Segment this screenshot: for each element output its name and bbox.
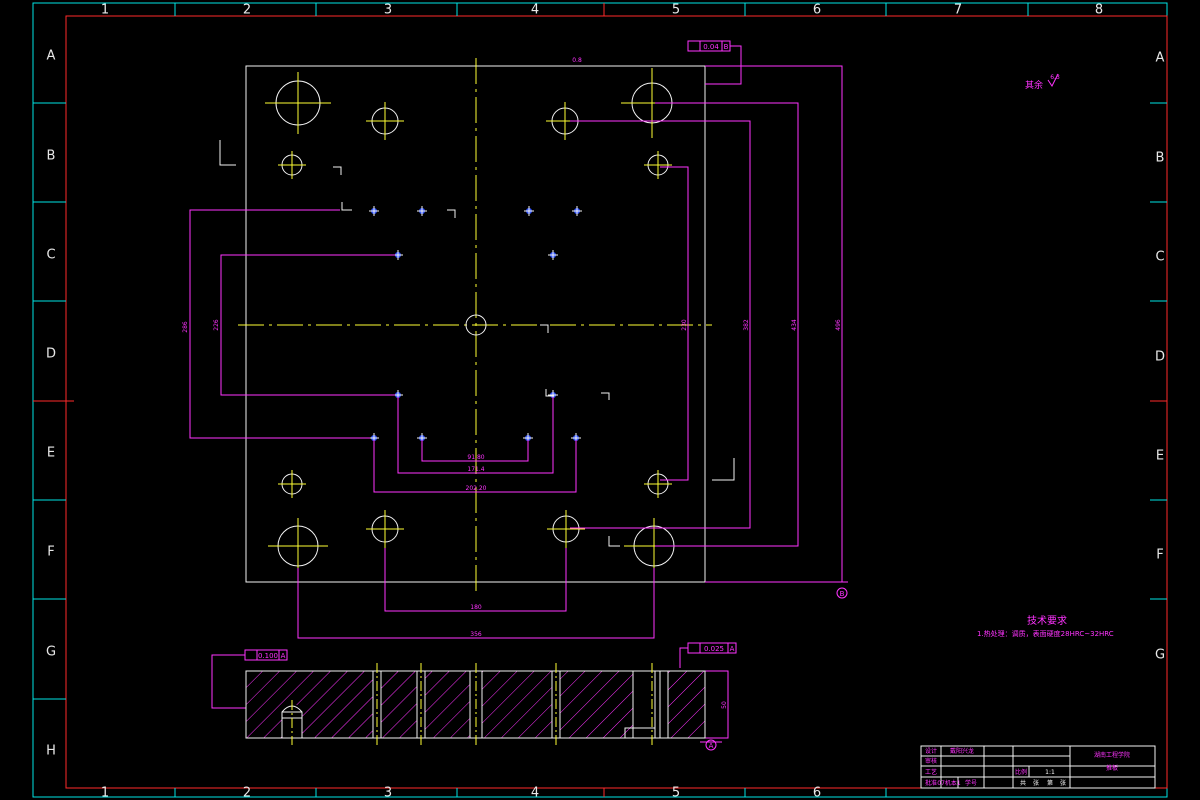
zone-right-g: G: [1155, 648, 1165, 663]
zone-top-5: 5: [672, 3, 680, 18]
ejector-hole: [417, 206, 427, 216]
parallel-datum: A: [730, 645, 735, 653]
zone-left-g: G: [46, 645, 56, 660]
dim-vertical-2: 226: [213, 319, 220, 331]
dim-vertical-5: 434: [791, 319, 798, 331]
roughness-note-label: 其余: [1025, 79, 1043, 91]
zone-top-8: 8: [1095, 3, 1103, 18]
dim-vertical-4: 382: [743, 319, 750, 331]
tb-student-id-label: 学号: [965, 779, 977, 787]
dimension-lines: [189, 40, 848, 743]
plate-section-view: [245, 663, 706, 745]
tb-review-label: 审核: [925, 757, 937, 765]
zone-top-3: 3: [384, 3, 392, 18]
tech-title: 技术要求: [1027, 614, 1067, 627]
zone-top-7: 7: [954, 3, 962, 18]
ejector-hole: [369, 206, 379, 216]
zone-left-d: D: [46, 347, 56, 362]
zone-bottom-1: 1: [101, 786, 109, 800]
tb-school: 湖南工程学院: [1094, 751, 1130, 759]
datum-symbol-a: A: [705, 739, 717, 751]
tb-sheet-4: 张: [1060, 779, 1066, 787]
zone-top-2: 2: [243, 3, 251, 18]
cad-drawing: 1 2 3 4 5 6 7 8 1 2 3 4 5 6 A B C D E F …: [32, 2, 1168, 800]
flatness-side-value: 0.100: [258, 652, 278, 660]
tech-item-1: 1.热处理：调质，表面硬度28HRC~32HRC: [977, 629, 1114, 638]
dim-thickness: 50: [721, 701, 728, 709]
tb-sheet-2: 张: [1033, 779, 1039, 787]
zone-bottom-3: 3: [384, 786, 392, 800]
zone-left-c: C: [46, 248, 55, 263]
dim-horizontal-3: 202.20: [466, 485, 487, 492]
zone-bottom-5: 5: [672, 786, 680, 800]
plate-plan-view: [219, 58, 735, 592]
ejector-hole: [572, 206, 582, 216]
dim-horizontal-1: 91.80: [467, 454, 484, 461]
flatness-side-datum: A: [281, 652, 286, 660]
dim-vertical-6: 496: [835, 319, 842, 331]
zone-right-c: C: [1155, 250, 1164, 265]
zone-left-b: B: [47, 149, 56, 164]
datum-b-label: B: [840, 590, 845, 598]
datum-symbol-b: B: [836, 587, 848, 599]
zone-bottom-4: 4: [531, 786, 539, 800]
tb-part-name: 推板: [1106, 764, 1118, 772]
dim-vertical-1: 286: [182, 321, 189, 333]
flatness-top-value: 0.04: [703, 43, 719, 51]
zone-left-h: H: [46, 744, 56, 759]
zone-right-f: F: [1156, 548, 1163, 563]
tb-sheet-1: 共: [1020, 779, 1026, 787]
zone-left-a: A: [47, 49, 56, 64]
zone-top-6: 6: [813, 3, 821, 18]
guide-holes: [275, 80, 675, 567]
tb-design-label: 设计: [925, 747, 937, 755]
tb-process-label: 工艺: [925, 768, 937, 776]
tb-designer: 戴阳兴龙: [950, 747, 974, 755]
dimension-texts: 286 226 230 382 434 496 91.80 171.4 202.…: [182, 43, 842, 709]
roughness-note: 其余 6.3: [1025, 73, 1060, 91]
tb-ratio-label: 比例: [1015, 768, 1027, 776]
dim-vertical-3: 230: [681, 319, 688, 331]
ejector-hole: [548, 250, 558, 260]
dim-horizontal-2: 171.4: [467, 466, 484, 473]
tb-ratio-value: 1:1: [1045, 769, 1055, 776]
datum-a-label: A: [709, 742, 714, 750]
zone-top-1: 1: [101, 3, 109, 18]
zone-top-4: 4: [531, 3, 539, 18]
roughness-top: 0.8: [572, 57, 582, 64]
zone-right-a: A: [1156, 51, 1165, 66]
roughness-note-value: 6.3: [1050, 74, 1060, 81]
technical-requirements: 技术要求 1.热处理：调质，表面硬度28HRC~32HRC: [977, 614, 1114, 638]
tb-sheet-3: 第: [1047, 779, 1053, 787]
flatness-top-datum: B: [724, 43, 729, 51]
title-block: 设计 戴阳兴龙 审核 工艺 批准 07机本1 学号 湖南工程学院 推板 比例 1…: [920, 745, 1156, 789]
dim-horizontal-4: 180: [470, 604, 482, 611]
zone-right-b: B: [1156, 151, 1165, 166]
zone-right-e: E: [1156, 449, 1164, 464]
ejector-hole: [524, 206, 534, 216]
zone-right-d: D: [1155, 350, 1165, 365]
zone-bottom-2: 2: [243, 786, 251, 800]
zone-bottom-6: 6: [813, 786, 821, 800]
zone-left-e: E: [47, 446, 55, 461]
parallel-value: 0.025: [704, 645, 724, 653]
tb-class: 07机本1: [937, 779, 961, 787]
dim-horizontal-5: 356: [470, 631, 482, 638]
tb-approve-label: 批准: [925, 779, 937, 787]
zone-left-f: F: [47, 545, 54, 560]
